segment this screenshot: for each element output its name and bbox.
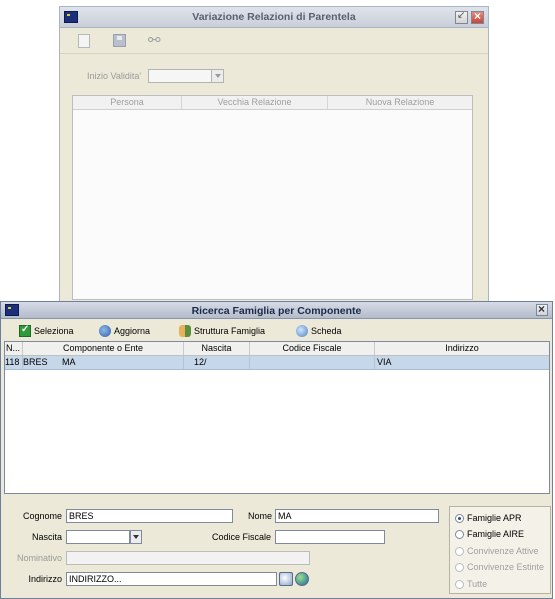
inizio-validita-combo[interactable] (148, 69, 224, 83)
cell-n: 118 (5, 356, 23, 369)
column-header-nascita[interactable]: Nascita (184, 342, 250, 355)
cell-componente: BRES MA (23, 356, 184, 369)
refresh-icon (99, 324, 111, 337)
link-icon[interactable]: ⚯ (148, 31, 164, 49)
nome-field[interactable] (275, 509, 439, 523)
radio-icon (455, 579, 464, 589)
results-grid-header: N... Componente o Ente Nascita Codice Fi… (5, 342, 549, 356)
globe-icon[interactable] (295, 572, 309, 586)
inizio-validita-label: Inizio Validita' (87, 71, 142, 81)
column-header-indirizzo[interactable]: Indirizzo (375, 342, 549, 355)
radio-icon (455, 546, 464, 556)
background-window-title: Variazione Relazioni di Parentela (192, 11, 356, 23)
background-window-titlebar: Variazione Relazioni di Parentela (60, 7, 488, 28)
codice-fiscale-label: Codice Fiscale (211, 532, 271, 542)
background-window: Variazione Relazioni di Parentela ⚯ Iniz… (59, 6, 489, 306)
aggiorna-label: Aggiorna (114, 325, 151, 336)
indirizzo-label: Indirizzo (28, 574, 62, 584)
family-type-filter: Famiglie APR Famiglie AIRE Convivenze At… (449, 506, 551, 594)
cell-componente-nome: MA (62, 357, 76, 367)
radio-selected-icon (455, 513, 464, 523)
nascita-label: Nascita (31, 532, 62, 542)
cell-nascita: 12/ (184, 356, 250, 369)
radio-tutte-label: Tutte (467, 579, 488, 589)
radio-famiglie-apr[interactable]: Famiglie APR (455, 513, 522, 523)
search-address-button[interactable] (279, 572, 293, 586)
restore-button[interactable] (455, 10, 468, 24)
radio-convivenze-estinte-label: Convivenze Estinte (467, 562, 545, 572)
relations-grid[interactable]: Persona Vecchia Relazione Nuova Relazion… (72, 95, 473, 300)
radio-convivenze-attive-label: Convivenze Attive (467, 546, 539, 556)
close-button[interactable] (536, 302, 548, 316)
radio-icon (455, 529, 464, 539)
checkmark-icon (19, 324, 31, 337)
chevron-down-icon[interactable] (130, 530, 142, 544)
radio-famiglie-aire[interactable]: Famiglie AIRE (455, 529, 524, 539)
seleziona-button[interactable]: Seleziona (19, 323, 74, 338)
nominativo-field[interactable] (66, 551, 310, 565)
column-header-persona[interactable]: Persona (73, 96, 182, 109)
aggiorna-button[interactable]: Aggiorna (99, 323, 150, 338)
search-window-titlebar: Ricerca Famiglia per Componente (1, 302, 552, 319)
search-window-title: Ricerca Famiglia per Componente (191, 305, 362, 317)
results-grid[interactable]: N... Componente o Ente Nascita Codice Fi… (4, 341, 550, 494)
radio-famiglie-apr-label: Famiglie APR (467, 513, 522, 523)
nome-label: Nome (247, 511, 272, 521)
scheda-button[interactable]: Scheda (296, 323, 342, 338)
cell-indirizzo: VIA (377, 357, 392, 367)
nominativo-label: Nominativo (16, 553, 62, 563)
radio-tutte[interactable]: Tutte (455, 579, 487, 589)
column-header-nuova-relazione[interactable]: Nuova Relazione (328, 96, 472, 109)
close-button[interactable] (471, 9, 484, 24)
column-header-componente[interactable]: Componente o Ente (23, 342, 184, 355)
scheda-label: Scheda (311, 325, 342, 336)
save-icon[interactable] (113, 34, 126, 47)
column-header-n[interactable]: N... (5, 342, 23, 355)
column-header-vecchia-relazione[interactable]: Vecchia Relazione (182, 96, 328, 109)
background-toolbar: ⚯ (60, 28, 488, 54)
cell-codice-fiscale (250, 356, 375, 369)
relations-grid-header: Persona Vecchia Relazione Nuova Relazion… (73, 96, 472, 110)
cognome-label: Cognome (22, 511, 62, 521)
search-form: Cognome Nome Nascita Codice Fiscale Nomi… (4, 506, 446, 594)
family-icon (179, 324, 191, 337)
struttura-famiglia-label: Struttura Famiglia (194, 325, 266, 336)
radio-convivenze-estinte[interactable]: Convivenze Estinte (455, 562, 544, 572)
radio-convivenze-attive[interactable]: Convivenze Attive (455, 546, 539, 556)
codice-fiscale-field[interactable] (275, 530, 385, 544)
indirizzo-field[interactable] (66, 572, 277, 586)
cell-componente-cognome: BRES (23, 357, 48, 367)
struttura-famiglia-button[interactable]: Struttura Famiglia (179, 323, 265, 338)
radio-famiglie-aire-label: Famiglie AIRE (467, 529, 525, 539)
new-document-icon[interactable] (78, 34, 90, 48)
nascita-field[interactable] (66, 530, 130, 544)
chevron-down-icon[interactable] (211, 70, 223, 82)
search-window: Ricerca Famiglia per Componente Selezion… (0, 301, 553, 599)
magnifier-icon (296, 324, 308, 337)
table-row[interactable]: 118 BRES MA 12/ VIA (5, 356, 549, 370)
cognome-field[interactable] (66, 509, 233, 523)
seleziona-label: Seleziona (34, 325, 74, 336)
radio-icon (455, 562, 464, 572)
column-header-codice-fiscale[interactable]: Codice Fiscale (250, 342, 375, 355)
search-toolbar: Seleziona Aggiorna Struttura Famiglia Sc… (1, 320, 552, 341)
